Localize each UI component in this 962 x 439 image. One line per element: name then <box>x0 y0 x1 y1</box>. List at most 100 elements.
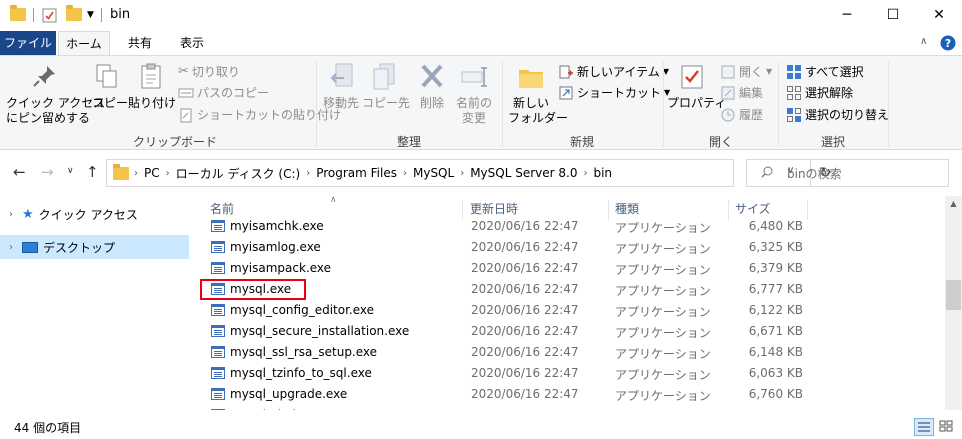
file-name: mysql_secure_installation.exe <box>230 324 410 338</box>
select-none-button[interactable]: 選択解除 <box>786 83 853 103</box>
copy-button[interactable]: コピー <box>92 62 128 111</box>
copy-icon <box>96 64 117 88</box>
close-button[interactable]: ✕ <box>916 0 962 30</box>
search-box[interactable]: binの検索 <box>746 159 949 187</box>
details-view-icon[interactable] <box>914 418 934 436</box>
help-icon[interactable]: ? <box>940 35 956 54</box>
edit-button[interactable]: 編集 <box>720 83 763 103</box>
properties-button[interactable]: プロパティ <box>667 62 726 111</box>
folder-icon <box>107 164 133 180</box>
breadcrumb-bin[interactable]: bin <box>588 166 617 180</box>
file-row[interactable]: myisamlog.exe 2020/06/16 22:47 アプリケーション 6,3… <box>204 237 934 258</box>
expand-arrow-icon[interactable]: › <box>0 209 22 220</box>
invert-selection-button[interactable]: 選択の切り替え <box>786 105 889 125</box>
file-date: 2020/06/16 22:47 <box>471 219 579 233</box>
collapse-ribbon-icon[interactable]: ∧ <box>920 36 927 47</box>
file-row[interactable]: mysql_tzinfo_to_sql.exe 2020/06/16 22:47 ア… <box>204 363 934 384</box>
application-icon <box>211 346 225 358</box>
breadcrumb-mysql[interactable]: MySQL <box>408 166 459 180</box>
title-bar: ▼ bin ─ ☐ ✕ <box>0 0 962 31</box>
application-icon <box>211 304 225 316</box>
file-date: 2020/06/16 22:47 <box>471 345 579 359</box>
shortcut-button[interactable]: ショートカット ▼ <box>558 83 670 103</box>
forward-arrow-icon[interactable]: → <box>41 163 54 181</box>
status-bar: 44 個の項目 <box>0 410 962 439</box>
sort-ascending-icon: ∧ <box>330 196 337 205</box>
file-row[interactable]: myisamchk.exe 2020/06/16 22:47 アプリケーション 6,4… <box>204 216 934 237</box>
file-date: 2020/06/16 22:47 <box>471 303 579 317</box>
divider <box>888 62 889 146</box>
minimize-button[interactable]: ─ <box>824 0 870 30</box>
file-row[interactable]: mysql.exe 2020/06/16 22:47 アプリケーション 6,777 K… <box>204 279 934 300</box>
history-button[interactable]: 履歴 <box>720 105 763 125</box>
star-icon: ★ <box>22 206 34 222</box>
application-icon <box>211 262 225 274</box>
breadcrumb-pc[interactable]: PC <box>139 166 165 180</box>
breadcrumb-local-disk[interactable]: ローカル ディスク (C:) <box>171 165 306 182</box>
file-name: myisampack.exe <box>230 261 332 275</box>
divider <box>33 8 34 22</box>
file-row[interactable]: mysql_secure_installation.exe 2020/06/16 … <box>204 321 934 342</box>
expand-arrow-icon[interactable]: › <box>0 242 22 253</box>
properties-quick-icon[interactable] <box>42 8 57 26</box>
navigation-pane: › ★ クイック アクセス › デスクトップ <box>0 196 190 410</box>
up-arrow-icon[interactable]: ↑ <box>86 163 99 181</box>
nav-item-quick-access[interactable]: › ★ クイック アクセス <box>0 202 189 226</box>
tab-file[interactable]: ファイル <box>0 31 56 56</box>
file-size: 6,063 KB <box>748 366 803 380</box>
new-folder-quick-icon[interactable] <box>66 5 82 21</box>
pin-quick-access-button[interactable]: クイック アクセス にピン留めする <box>6 62 105 126</box>
clipboard-group-label: クリップボード <box>132 135 217 149</box>
paste-button[interactable]: 貼り付け <box>128 62 176 111</box>
delete-button[interactable]: 削除 <box>414 62 450 111</box>
file-size: 6,760 KB <box>748 387 803 401</box>
address-bar[interactable]: › PC › ローカル ディスク (C:) › Program Files › … <box>106 159 831 187</box>
breadcrumb: › PC › ローカル ディスク (C:) › Program Files › … <box>107 160 617 186</box>
back-arrow-icon[interactable]: ← <box>13 163 26 181</box>
large-icons-view-icon[interactable] <box>937 418 957 436</box>
copy-path-button[interactable]: パスのコピー <box>178 83 269 103</box>
copy-to-icon <box>373 63 395 90</box>
open-button[interactable]: 開く ▼ <box>720 62 772 82</box>
divider <box>502 62 503 146</box>
file-row[interactable]: mysql_ssl_rsa_setup.exe 2020/06/16 22:47 ア… <box>204 342 934 363</box>
pin-icon <box>33 66 55 87</box>
tab-home[interactable]: ホーム <box>58 31 110 56</box>
new-folder-button[interactable]: 新しい フォルダー <box>508 62 568 126</box>
rename-button[interactable]: 名前の 変更 <box>452 62 496 126</box>
file-type: アプリケーション <box>615 305 711 319</box>
file-row[interactable]: mysql_config_editor.exe 2020/06/16 22:47 ア… <box>204 300 934 321</box>
select-all-button[interactable]: すべて選択 <box>786 62 864 82</box>
invert-selection-icon <box>787 108 801 122</box>
vertical-scrollbar[interactable]: ▲ <box>945 196 962 410</box>
application-icon <box>211 325 225 337</box>
customize-quick-access-icon[interactable]: ▼ <box>87 10 94 20</box>
new-folder-icon <box>519 70 543 88</box>
tab-share[interactable]: 共有 <box>118 31 162 56</box>
file-size: 6,148 KB <box>748 345 803 359</box>
copy-to-button[interactable]: コピー先 <box>362 62 410 111</box>
new-item-button[interactable]: 新しいアイテム ▼ <box>558 62 669 82</box>
move-to-button[interactable]: 移動先 <box>320 62 362 111</box>
breadcrumb-program-files[interactable]: Program Files <box>311 166 402 180</box>
scrollbar-thumb[interactable] <box>946 280 961 310</box>
file-name: mysql_tzinfo_to_sql.exe <box>230 366 372 380</box>
select-all-icon <box>787 65 801 79</box>
nav-item-desktop[interactable]: › デスクトップ <box>0 235 189 259</box>
file-date: 2020/06/16 22:47 <box>471 240 579 254</box>
file-date: 2020/06/16 22:47 <box>471 282 579 296</box>
tab-view[interactable]: 表示 <box>170 31 214 56</box>
breadcrumb-mysql-server[interactable]: MySQL Server 8.0 <box>465 166 582 180</box>
scroll-up-icon[interactable]: ▲ <box>945 199 962 208</box>
file-row[interactable]: mysql_upgrade.exe 2020/06/16 22:47 アプリケーショ… <box>204 384 934 405</box>
cut-button[interactable]: ✂ 切り取り <box>178 62 240 82</box>
open-icon <box>721 65 735 79</box>
file-name: mysql_upgrade.exe <box>230 387 348 401</box>
file-date: 2020/06/16 22:47 <box>471 324 579 338</box>
maximize-button[interactable]: ☐ <box>870 0 916 30</box>
file-date: 2020/06/16 22:47 <box>471 387 579 401</box>
recent-locations-icon[interactable]: ∨ <box>67 166 74 176</box>
svg-text:?: ? <box>945 37 951 50</box>
file-row[interactable]: myisampack.exe 2020/06/16 22:47 アプリケーション 6,… <box>204 258 934 279</box>
file-type: アプリケーション <box>615 242 711 256</box>
